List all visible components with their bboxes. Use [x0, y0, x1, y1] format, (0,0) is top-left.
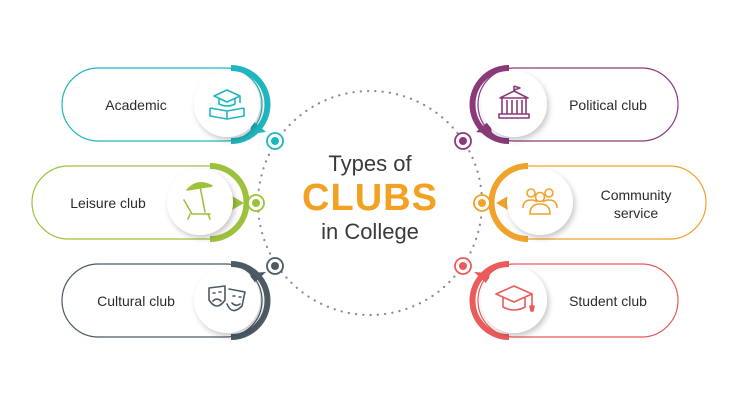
label-cultural-club: Cultural club: [97, 293, 175, 309]
label-political-club: Political club: [569, 97, 647, 113]
title-line2: CLUBS: [302, 177, 438, 219]
label-leisure-club: Leisure club: [70, 195, 146, 211]
icon-circle: [481, 71, 547, 137]
center-title: Types of CLUBS in College: [290, 150, 450, 246]
label-academic: Academic: [105, 97, 167, 113]
label-student-club: Student club: [569, 293, 647, 309]
icon-circle: [194, 267, 260, 333]
label-community-line1: Community: [600, 187, 672, 203]
icon-circle: [481, 267, 547, 333]
icon-circle: [194, 71, 260, 137]
label-community-line2: service: [613, 205, 659, 221]
title-line1: Types of: [328, 151, 412, 176]
icon-circle: [167, 169, 233, 235]
label-community-service: Community service: [578, 186, 694, 222]
title-line3: in College: [321, 219, 419, 244]
